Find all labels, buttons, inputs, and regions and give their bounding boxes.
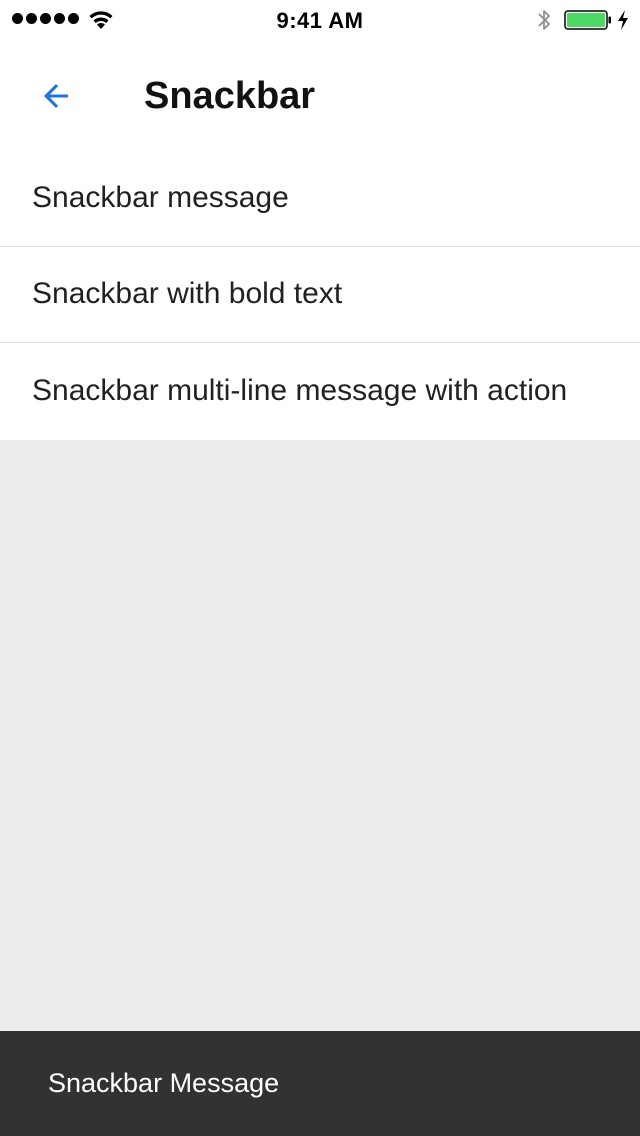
status-bar: 9:41 AM xyxy=(0,0,640,40)
arrow-back-icon xyxy=(44,84,68,108)
list-item-snackbar-bold-text[interactable]: Snackbar with bold text xyxy=(0,247,640,343)
back-button[interactable] xyxy=(24,68,88,124)
list-item-snackbar-multiline-action[interactable]: Snackbar multi-line message with action xyxy=(0,343,640,440)
list-item-label: Snackbar message xyxy=(32,181,289,214)
screen: 9:41 AM Snackbar Snackbar message Snackb… xyxy=(0,0,640,1136)
snackbar-message: Snackbar Message xyxy=(48,1068,280,1098)
list-item-label: Snackbar with bold text xyxy=(32,276,343,310)
snackbar: Snackbar Message xyxy=(0,1031,640,1136)
snackbar-options-list: Snackbar message Snackbar with bold text… xyxy=(0,152,640,440)
page-title: Snackbar xyxy=(144,75,316,117)
list-item-snackbar-message[interactable]: Snackbar message xyxy=(0,152,640,247)
charging-bolt-icon xyxy=(618,10,628,30)
list-item-label: Snackbar multi-line message with action xyxy=(32,373,568,407)
app-bar: Snackbar xyxy=(0,40,640,152)
bluetooth-icon xyxy=(538,10,550,30)
battery-icon xyxy=(564,10,611,30)
